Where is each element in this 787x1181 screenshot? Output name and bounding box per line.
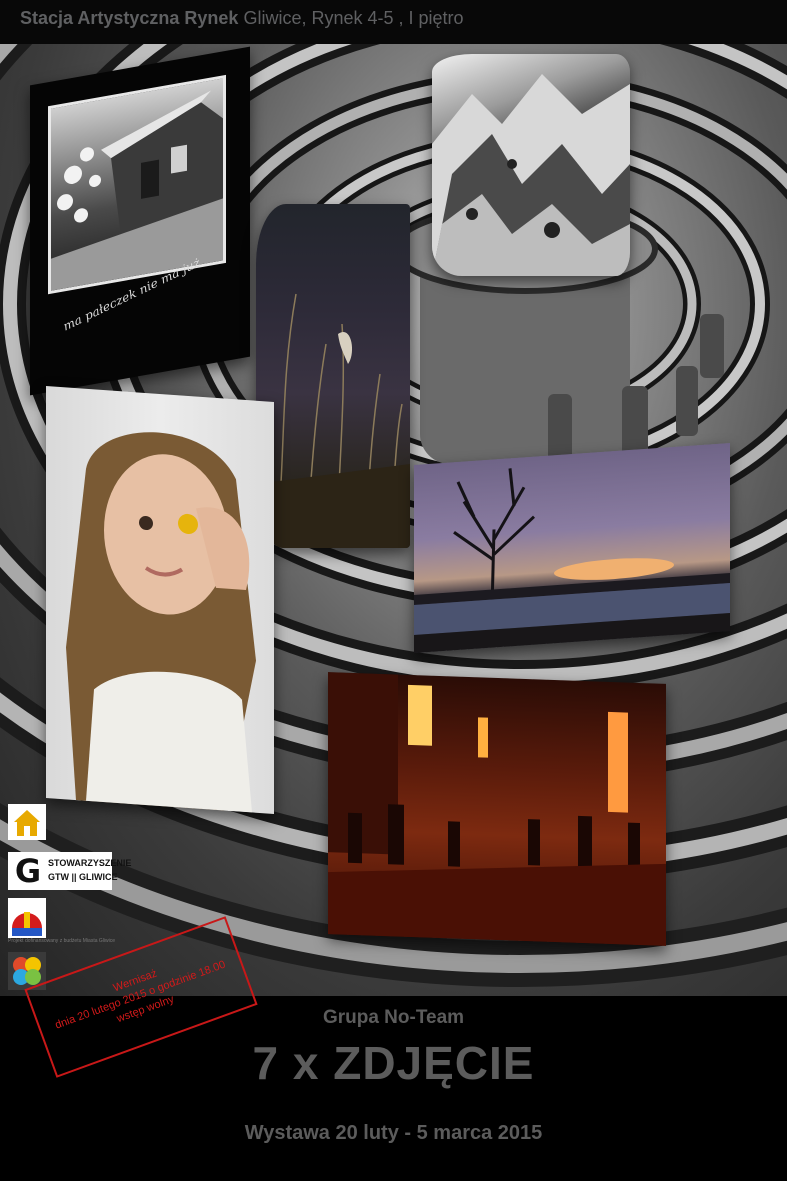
gtw-logo: G STOWARZYSZENIE GTW || GLIWICE: [8, 852, 131, 890]
group-name: Grupa No-Team: [322, 1007, 465, 1028]
project-note: Projekt dofinansowany z budżetu Miasta G…: [8, 938, 115, 944]
photo-grass: [256, 204, 410, 548]
venue-line: Stacja Artystyczna Rynek Gliwice, Rynek …: [20, 8, 464, 29]
venue-header: Stacja Artystyczna Rynek Gliwice, Rynek …: [0, 0, 787, 44]
gtw-line2: GTW || GLIWICE: [48, 872, 118, 882]
venue-name: Stacja Artystyczna Rynek: [20, 8, 239, 28]
photo-night-street: [328, 672, 666, 946]
venue-address: Gliwice, Rynek 4-5 , I piętro: [243, 8, 464, 28]
house-logo: [8, 804, 46, 840]
photo-girl-portrait: [46, 386, 274, 814]
photo-tree-sunset: [414, 442, 730, 654]
exhibition-title: 7 x ZDJĘCIE: [252, 1037, 535, 1089]
photo-mountain: [432, 54, 630, 276]
poster-scene: ma pałeczek nie ma już: [0, 44, 787, 996]
exhibition-dates: Wystawa 20 luty - 5 marca 2015: [244, 1122, 543, 1144]
gliwice-logo: [8, 898, 46, 938]
gtw-line1: STOWARZYSZENIE: [48, 858, 132, 868]
gtw-g-icon: G: [14, 852, 42, 890]
photo-old-house: ma pałeczek nie ma już: [30, 46, 250, 396]
